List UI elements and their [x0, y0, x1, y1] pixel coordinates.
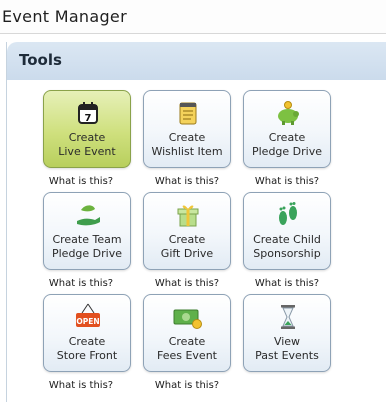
svg-text:OPEN: OPEN: [76, 317, 99, 326]
create-pledge-drive-button[interactable]: Create Pledge Drive: [243, 90, 331, 168]
footprints-icon: [279, 202, 297, 225]
tile-label-line2: Past Events: [255, 349, 319, 362]
view-past-events-button[interactable]: View Past Events: [243, 294, 331, 372]
what-is-this-link[interactable]: What is this?: [137, 176, 237, 187]
panel-header: Tools: [7, 42, 386, 80]
tile-label-line1: Create: [268, 131, 306, 144]
tile-label-line2: Gift Drive: [160, 247, 214, 260]
create-store-front-button[interactable]: OPEN Create Store Front: [43, 294, 131, 372]
create-wishlist-item-button[interactable]: Create Wishlist Item: [143, 90, 231, 168]
hand-leaf-icon: [77, 205, 100, 226]
tile-label-line2: Fees Event: [156, 349, 217, 362]
create-gift-drive-button[interactable]: Create Gift Drive: [143, 192, 231, 270]
tile-label-line1: Create: [168, 335, 206, 348]
create-child-sponsorship-button[interactable]: Create Child Sponsorship: [243, 192, 331, 270]
tile-label-line1: Create: [168, 131, 206, 144]
tile-label-line1: Create Team: [52, 233, 122, 246]
tile-label-line2: Store Front: [56, 349, 118, 362]
piggy-bank-icon: [278, 101, 299, 125]
gift-icon: [177, 205, 199, 227]
panel-title: Tools: [19, 51, 62, 69]
tile-label-line1: Create Child: [253, 233, 321, 246]
create-live-event-button[interactable]: 7 Create Live Event: [43, 90, 131, 168]
tile-label-line1: View: [273, 335, 301, 348]
tools-panel: Tools 7 Create Live Event Create Wishlis…: [6, 42, 386, 402]
hourglass-icon: [281, 305, 295, 329]
app-title: Event Manager: [2, 7, 127, 26]
create-team-pledge-drive-button[interactable]: Create Team Pledge Drive: [43, 192, 131, 270]
what-is-this-link[interactable]: What is this?: [237, 278, 337, 289]
what-is-this-link[interactable]: What is this?: [31, 176, 131, 187]
what-is-this-link[interactable]: What is this?: [31, 278, 131, 289]
open-sign-icon: OPEN: [76, 303, 100, 327]
tile-label-line1: Create: [168, 233, 206, 246]
notepad-icon: [179, 102, 197, 125]
calendar-icon: 7: [78, 102, 98, 124]
app-title-bar: Event Manager: [0, 0, 386, 34]
tile-label-line2: Pledge Drive: [251, 145, 322, 158]
what-is-this-link[interactable]: What is this?: [137, 278, 237, 289]
create-fees-event-button[interactable]: Create Fees Event: [143, 294, 231, 372]
money-icon: [173, 309, 202, 329]
svg-text:7: 7: [85, 113, 92, 124]
tile-label-line2: Wishlist Item: [151, 145, 223, 158]
tile-label-line2: Sponsorship: [253, 247, 321, 260]
what-is-this-link[interactable]: What is this?: [237, 176, 337, 187]
tile-label-line1: Create: [68, 335, 106, 348]
tile-label-line2: Pledge Drive: [51, 247, 122, 260]
what-is-this-link[interactable]: What is this?: [31, 380, 131, 391]
tile-label-line2: Live Event: [58, 145, 116, 158]
tile-label-line1: Create: [68, 131, 106, 144]
what-is-this-link[interactable]: What is this?: [137, 380, 237, 391]
